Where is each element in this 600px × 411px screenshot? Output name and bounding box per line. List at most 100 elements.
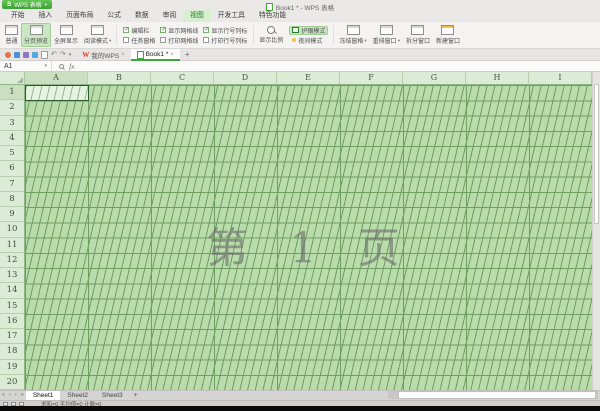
- window-button-1[interactable]: 重排窗口▾: [370, 23, 403, 47]
- export-icon[interactable]: [23, 52, 29, 58]
- select-all-corner[interactable]: [0, 72, 25, 85]
- row-header-13[interactable]: 13: [0, 268, 24, 283]
- row-header-7[interactable]: 7: [0, 177, 24, 192]
- page-break-view-toggle-icon[interactable]: [11, 402, 16, 406]
- menu-tab-4[interactable]: 数据: [128, 10, 156, 22]
- menu-tab-5[interactable]: 审阅: [156, 10, 184, 22]
- formula-bar: A1 ▾ fx: [0, 61, 600, 72]
- view-mode-button-0[interactable]: 普通: [2, 23, 21, 47]
- sheet-tab-Sheet3[interactable]: Sheet3: [95, 391, 130, 400]
- eye-protection-label: 护眼模式: [301, 26, 325, 35]
- column-header-D[interactable]: D: [214, 72, 277, 84]
- doc-tab-home[interactable]: W 我的WPS ×: [76, 49, 130, 61]
- cell-name-box[interactable]: A1 ▾: [0, 61, 52, 71]
- horizontal-scrollbar-thumb[interactable]: [398, 391, 596, 399]
- horizontal-scrollbar[interactable]: [388, 391, 598, 399]
- sheet-tab-Sheet2[interactable]: Sheet2: [60, 391, 95, 400]
- row-header-1[interactable]: 1: [0, 85, 24, 100]
- undo-button[interactable]: ↶: [51, 50, 57, 60]
- spreadsheet-doc-icon: [137, 51, 144, 59]
- night-mode-button[interactable]: 夜间模式: [289, 36, 328, 45]
- view-mode-group: 普通分页预览全屏显示阅读模式▾: [2, 23, 114, 47]
- night-mode-label: 夜间模式: [298, 36, 322, 45]
- row-header-8[interactable]: 8: [0, 192, 24, 207]
- add-sheet-button[interactable]: +: [130, 391, 142, 400]
- eye-protection-button[interactable]: 护眼模式: [289, 26, 328, 35]
- print-icon[interactable]: [32, 52, 38, 58]
- window-icon-3: [441, 25, 454, 35]
- row-header-18[interactable]: 18: [0, 344, 24, 359]
- sheet-nav-button-0[interactable]: «: [0, 391, 7, 400]
- normal-view-toggle-icon[interactable]: [3, 402, 8, 406]
- row-header-2[interactable]: 2: [0, 100, 24, 115]
- view-mode-label-3: 阅读模式▾: [84, 36, 111, 45]
- column-header-B[interactable]: B: [88, 72, 151, 84]
- eye-protection-icon: [292, 27, 299, 33]
- wps-spreadsheet-window: S WPS 表格 ▾ Book1 * - WPS 表格 开始插入页面布局公式数据…: [0, 0, 600, 411]
- menu-tab-6[interactable]: 视图: [183, 10, 211, 22]
- selected-cell-a1[interactable]: [25, 85, 89, 101]
- window-button-2[interactable]: 拆分窗口: [403, 23, 433, 47]
- view-mode-button-2[interactable]: 全屏显示: [51, 23, 81, 47]
- customize-toolbar-arrow[interactable]: ▾: [69, 50, 72, 60]
- menu-tab-7[interactable]: 开发工具: [211, 10, 252, 22]
- checkbox-3[interactable]: 打印网格线: [160, 35, 198, 45]
- checkbox-5[interactable]: 打印行号列标: [203, 35, 247, 45]
- formula-input[interactable]: [81, 61, 600, 71]
- row-header-4[interactable]: 4: [0, 131, 24, 146]
- row-header-9[interactable]: 9: [0, 207, 24, 222]
- menu-tab-3[interactable]: 公式: [100, 10, 128, 22]
- insert-function-button[interactable]: fx: [69, 62, 74, 71]
- window-button-0[interactable]: 冻结窗格▾: [336, 23, 369, 47]
- menu-tab-8[interactable]: 特色功能: [252, 10, 293, 22]
- redo-button[interactable]: ↷: [60, 50, 66, 60]
- checkbox-0[interactable]: ✓编辑栏: [123, 25, 155, 35]
- new-document-tab-button[interactable]: +: [180, 50, 195, 59]
- menu-tab-0[interactable]: 开始: [4, 10, 32, 22]
- search-icon[interactable]: [59, 64, 64, 69]
- row-header-20[interactable]: 20: [0, 375, 24, 390]
- column-header-I[interactable]: I: [529, 72, 592, 84]
- checkbox-2[interactable]: ✓显示网格线: [160, 25, 198, 35]
- checkbox-4[interactable]: ✓显示行号列标: [203, 25, 247, 35]
- menu-tab-2[interactable]: 页面布局: [59, 10, 100, 22]
- row-header-17[interactable]: 17: [0, 329, 24, 344]
- reading-view-toggle-icon[interactable]: [19, 402, 24, 406]
- row-header-6[interactable]: 6: [0, 161, 24, 176]
- row-header-15[interactable]: 15: [0, 299, 24, 314]
- vertical-scrollbar[interactable]: [592, 72, 600, 390]
- close-icon[interactable]: ×: [121, 52, 125, 58]
- row-header-14[interactable]: 14: [0, 283, 24, 298]
- column-header-G[interactable]: G: [403, 72, 466, 84]
- column-header-A[interactable]: A: [25, 72, 88, 84]
- view-mode-button-3[interactable]: 阅读模式▾: [81, 23, 114, 47]
- checkbox-1[interactable]: 任务窗格: [123, 35, 155, 45]
- row-header-10[interactable]: 10: [0, 222, 24, 237]
- menu-tab-1[interactable]: 插入: [32, 10, 60, 22]
- view-mode-label-2: 全屏显示: [54, 36, 78, 45]
- doc-tab-book1[interactable]: Book1 * ×: [131, 49, 180, 61]
- row-header-5[interactable]: 5: [0, 146, 24, 161]
- vertical-scrollbar-thumb[interactable]: [594, 84, 599, 224]
- column-header-F[interactable]: F: [340, 72, 403, 84]
- row-header-3[interactable]: 3: [0, 116, 24, 131]
- window-button-3[interactable]: 新建窗口: [433, 23, 463, 47]
- view-mode-button-1[interactable]: 分页预览: [21, 23, 51, 47]
- sheet-tab-Sheet1[interactable]: Sheet1: [26, 391, 61, 400]
- save-icon[interactable]: [14, 52, 20, 58]
- row-header-16[interactable]: 16: [0, 314, 24, 329]
- column-header-H[interactable]: H: [466, 72, 529, 84]
- column-header-E[interactable]: E: [277, 72, 340, 84]
- sheet-nav-button-3[interactable]: »: [19, 391, 26, 400]
- row-header-19[interactable]: 19: [0, 360, 24, 375]
- zoom-button-label: 显示比例: [259, 35, 283, 44]
- row-header-12[interactable]: 12: [0, 253, 24, 268]
- column-header-C[interactable]: C: [151, 72, 214, 84]
- app-menu-button[interactable]: S WPS 表格 ▾: [2, 0, 52, 9]
- print-preview-icon[interactable]: [41, 51, 48, 59]
- page-number-watermark: 第 1 页: [206, 215, 413, 276]
- close-icon[interactable]: ×: [170, 52, 174, 58]
- wps-home-icon[interactable]: [5, 52, 11, 58]
- zoom-button[interactable]: 显示比例: [256, 23, 286, 47]
- row-header-11[interactable]: 11: [0, 238, 24, 253]
